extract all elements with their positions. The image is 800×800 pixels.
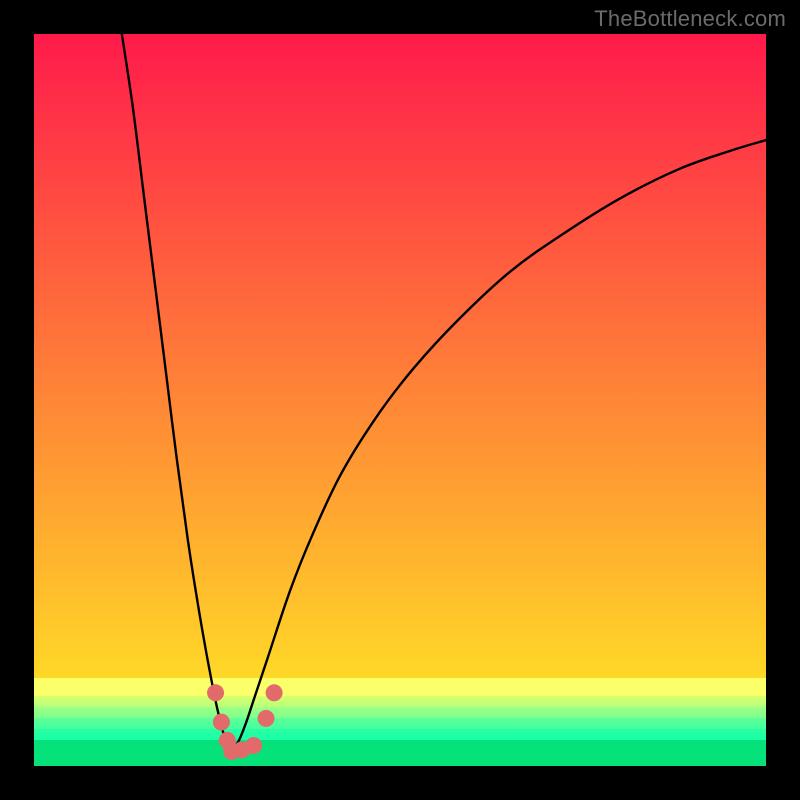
watermark-text: TheBottleneck.com (594, 6, 786, 32)
chart-frame: TheBottleneck.com (0, 0, 800, 800)
right-branch-curve (232, 140, 766, 751)
data-marker (258, 710, 275, 727)
data-marker (213, 714, 230, 731)
plot-area (34, 34, 766, 766)
data-marker (266, 684, 283, 701)
data-markers (207, 684, 283, 760)
data-marker (207, 684, 224, 701)
left-branch-curve (122, 34, 232, 751)
data-marker (245, 737, 262, 754)
curve-layer (34, 34, 766, 766)
